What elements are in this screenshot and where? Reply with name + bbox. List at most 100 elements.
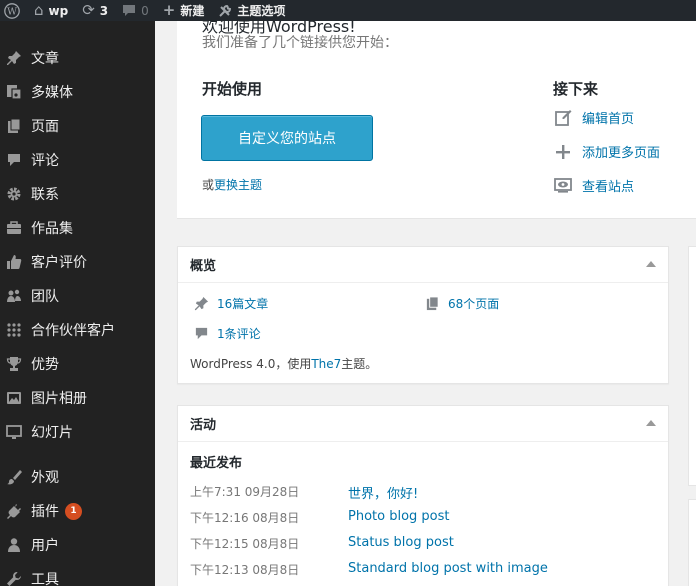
media-icon: [0, 84, 28, 100]
brush-icon: [0, 469, 28, 485]
menu-label: 用户: [31, 538, 59, 554]
menu-portfolio[interactable]: 作品集: [0, 211, 155, 245]
list-item: 下午12:13 08月8日 Standard blog post with im…: [190, 561, 548, 578]
menu-label: 外观: [31, 470, 59, 486]
wrench-icon: [0, 571, 28, 586]
menu-appearance[interactable]: 外观: [0, 460, 155, 494]
list-item: 下午12:16 08月8日 Photo blog post: [190, 509, 450, 526]
collapse-toggle-icon[interactable]: [646, 420, 656, 426]
post-date: 下午12:13 08月8日: [190, 563, 300, 577]
admin-sidebar: 文章 多媒体 页面 评论 联系 作品集 客户评价 团队 合作伙伴客户 优势 图片…: [0, 21, 155, 586]
menu-pages[interactable]: 页面: [0, 109, 155, 143]
comments-menu[interactable]: 0: [115, 0, 156, 21]
menu-label: 多媒体: [31, 85, 73, 101]
slides-icon: [0, 424, 28, 440]
thumbs-up-icon: [0, 254, 28, 270]
wordpress-logo-icon: W: [4, 2, 20, 19]
next-steps-heading: 接下来: [553, 80, 599, 98]
get-started-heading: 开始使用: [202, 80, 263, 98]
menu-contact[interactable]: 联系: [0, 177, 155, 211]
comments-count-link[interactable]: 1条评论: [192, 325, 261, 342]
menu-label: 图片相册: [31, 391, 87, 407]
menu-users[interactable]: 用户: [0, 528, 155, 562]
dashboard-content: 欢迎使用WordPress! 我们准备了几个链接供您开始： 开始使用 自定义您的…: [155, 17, 696, 586]
page-icon: [0, 118, 28, 134]
trophy-icon: [0, 356, 28, 372]
plus-icon: [553, 144, 573, 159]
next-step-label: 添加更多页面: [582, 146, 661, 161]
post-title-link[interactable]: Standard blog post with image: [348, 561, 548, 578]
view-icon: [553, 178, 573, 193]
wordpress-logo-menu[interactable]: W: [0, 0, 27, 21]
or-text: 或: [202, 178, 215, 192]
posts-count: 16篇文章: [217, 297, 269, 311]
menu-slides[interactable]: 幻灯片: [0, 415, 155, 449]
next-step-label: 编辑首页: [582, 112, 635, 127]
welcome-subtitle: 我们准备了几个链接供您开始：: [202, 35, 398, 51]
menu-label: 评论: [31, 153, 59, 169]
menu-media[interactable]: 多媒体: [0, 75, 155, 109]
customize-site-button[interactable]: 自定义您的站点: [201, 115, 373, 161]
wp-version-suffix: 主题。: [341, 357, 378, 371]
menu-posts[interactable]: 文章: [0, 41, 155, 75]
menu-benefits[interactable]: 优势: [0, 347, 155, 381]
at-a-glance-header[interactable]: 概览: [178, 247, 668, 283]
view-site-link[interactable]: 查看站点: [553, 176, 634, 195]
menu-label: 团队: [31, 289, 59, 305]
pages-count: 68个页面: [448, 297, 500, 311]
updates-menu[interactable]: ⟳ 3: [75, 0, 115, 21]
post-date: 下午12:15 08月8日: [190, 537, 300, 551]
menu-team[interactable]: 团队: [0, 279, 155, 313]
menu-gallery[interactable]: 图片相册: [0, 381, 155, 415]
menu-label: 客户评价: [31, 255, 87, 271]
gallery-icon: [0, 390, 28, 406]
menu-tools[interactable]: 工具: [0, 562, 155, 586]
site-name: wp: [48, 3, 69, 18]
menu-partners[interactable]: 合作伙伴客户: [0, 313, 155, 347]
menu-plugins[interactable]: 插件 1: [0, 494, 155, 528]
pin-icon: [0, 50, 28, 66]
menu-label: 幻灯片: [31, 425, 73, 441]
menu-label: 文章: [31, 51, 59, 67]
post-title-link[interactable]: Status blog post: [348, 535, 454, 552]
home-icon: ⌂: [34, 1, 44, 19]
svg-text:W: W: [7, 6, 17, 17]
menu-label: 优势: [31, 357, 59, 373]
change-theme-line: 或更换主题: [202, 176, 262, 193]
activity-widget: 活动 最近发布 上午7:31 09月28日 世界，你好! 下午12:16 08月…: [177, 405, 669, 586]
change-theme-link[interactable]: 更换主题: [214, 178, 262, 192]
posts-count-link[interactable]: 16篇文章: [192, 295, 268, 312]
pages-count-link[interactable]: 68个页面: [423, 295, 499, 312]
menu-label: 页面: [31, 119, 59, 135]
edit-front-page-link[interactable]: 编辑首页: [553, 108, 634, 127]
theme-link[interactable]: The7: [311, 357, 341, 371]
collapse-toggle-icon[interactable]: [646, 261, 656, 267]
right-column-widget: [688, 499, 696, 586]
list-item: 上午7:31 09月28日 世界，你好!: [190, 483, 418, 502]
plugins-update-badge: 1: [65, 502, 82, 520]
recently-published-heading: 最近发布: [190, 456, 243, 471]
plugin-icon: [0, 503, 28, 519]
welcome-panel: 欢迎使用WordPress! 我们准备了几个链接供您开始： 开始使用 自定义您的…: [177, 17, 696, 219]
comments-count: 1条评论: [217, 327, 261, 341]
widget-title: 概览: [190, 259, 217, 274]
at-a-glance-widget: 概览 16篇文章 68个页面 1条评论 WordPress 4.0，使用The7…: [177, 246, 669, 384]
add-pages-link[interactable]: 添加更多页面: [553, 142, 660, 161]
post-date: 下午12:16 08月8日: [190, 511, 300, 525]
menu-testimonials[interactable]: 客户评价: [0, 245, 155, 279]
comment-icon: [192, 326, 210, 341]
grid-icon: [0, 322, 28, 338]
updates-icon: ⟳: [82, 1, 95, 19]
menu-comments[interactable]: 评论: [0, 143, 155, 177]
post-title-link[interactable]: 世界，你好!: [348, 483, 418, 502]
menu-label: 插件: [31, 504, 59, 520]
site-name-menu[interactable]: ⌂ wp: [27, 0, 75, 21]
team-icon: [0, 288, 28, 304]
comment-icon: [0, 152, 28, 168]
post-title-link[interactable]: Photo blog post: [348, 509, 450, 526]
list-item: 下午12:15 08月8日 Status blog post: [190, 535, 454, 552]
next-step-label: 查看站点: [582, 180, 635, 195]
post-date: 上午7:31 09月28日: [190, 485, 300, 499]
activity-header[interactable]: 活动: [178, 406, 668, 442]
pin-icon: [192, 296, 210, 311]
